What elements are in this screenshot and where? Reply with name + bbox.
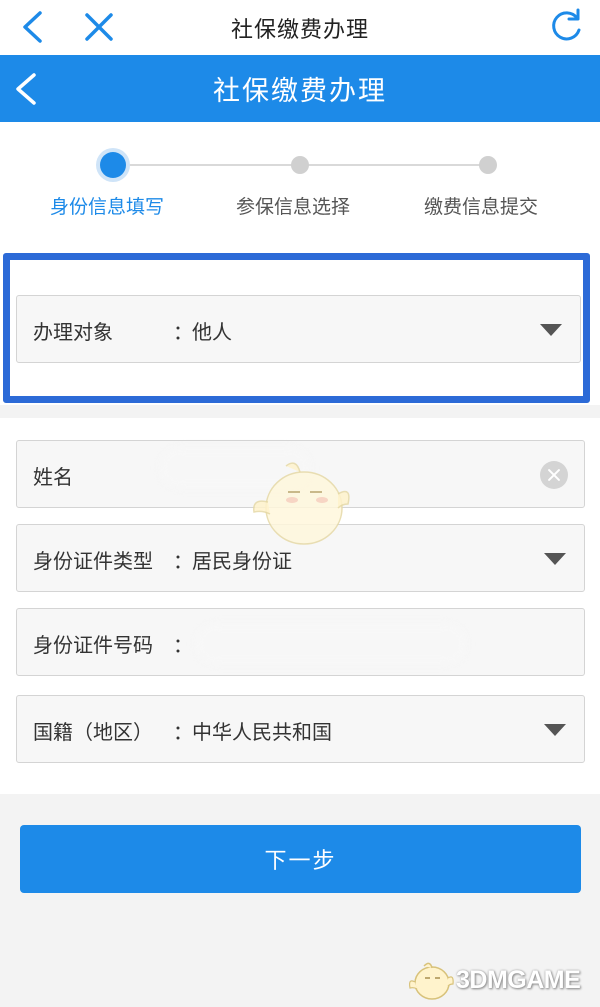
progress-steps: 身份信息填写 参保信息选择 缴费信息提交	[0, 122, 600, 250]
back-icon[interactable]	[18, 10, 48, 44]
clear-icon[interactable]	[540, 461, 568, 489]
step-label-1: 身份信息填写	[50, 196, 165, 218]
step-label-2: 参保信息选择	[236, 196, 351, 218]
app-header: 社保缴费办理	[0, 55, 600, 122]
name-label: 姓名	[33, 465, 73, 489]
browser-bar: 社保缴费办理	[0, 0, 600, 55]
nationality-value: 中华人民共和国	[192, 720, 332, 744]
subject-section: 办理对象 ： 他人	[0, 250, 600, 405]
browser-title: 社保缴费办理	[230, 17, 369, 43]
mascot-icon	[253, 462, 350, 545]
watermark-mascot-icon	[408, 962, 454, 1000]
step-connector	[113, 164, 300, 166]
close-icon[interactable]	[82, 10, 116, 44]
id-type-value: 居民身份证	[192, 549, 292, 573]
step-dot-2	[291, 156, 309, 174]
chevron-down-icon	[544, 553, 566, 565]
chevron-down-icon	[544, 724, 566, 736]
id-number-label: 身份证件号码	[33, 633, 153, 657]
nationality-colon: ：	[173, 720, 193, 744]
page-title: 社保缴费办理	[213, 76, 387, 107]
step-dot-1	[100, 152, 126, 178]
watermark-text: 3DMGAME	[456, 966, 581, 994]
next-step-label: 下一步	[264, 849, 337, 874]
step-label-3: 缴费信息提交	[424, 196, 539, 218]
id-number-colon: ：	[173, 633, 193, 657]
step-connector	[300, 164, 488, 166]
highlight-box	[3, 253, 590, 403]
nationality-label: 国籍（地区）	[33, 720, 153, 744]
site-watermark: 3DMGAME	[408, 958, 596, 1002]
header-back-icon[interactable]	[12, 71, 40, 107]
nationality-select[interactable]: 国籍（地区） ： 中华人民共和国	[16, 695, 585, 763]
id-type-label: 身份证件类型	[33, 549, 153, 573]
next-step-button[interactable]: 下一步	[20, 825, 581, 893]
id-type-colon: ：	[173, 549, 193, 573]
redaction-mask	[196, 624, 466, 664]
step-dot-3	[479, 156, 497, 174]
refresh-icon[interactable]	[548, 8, 584, 44]
